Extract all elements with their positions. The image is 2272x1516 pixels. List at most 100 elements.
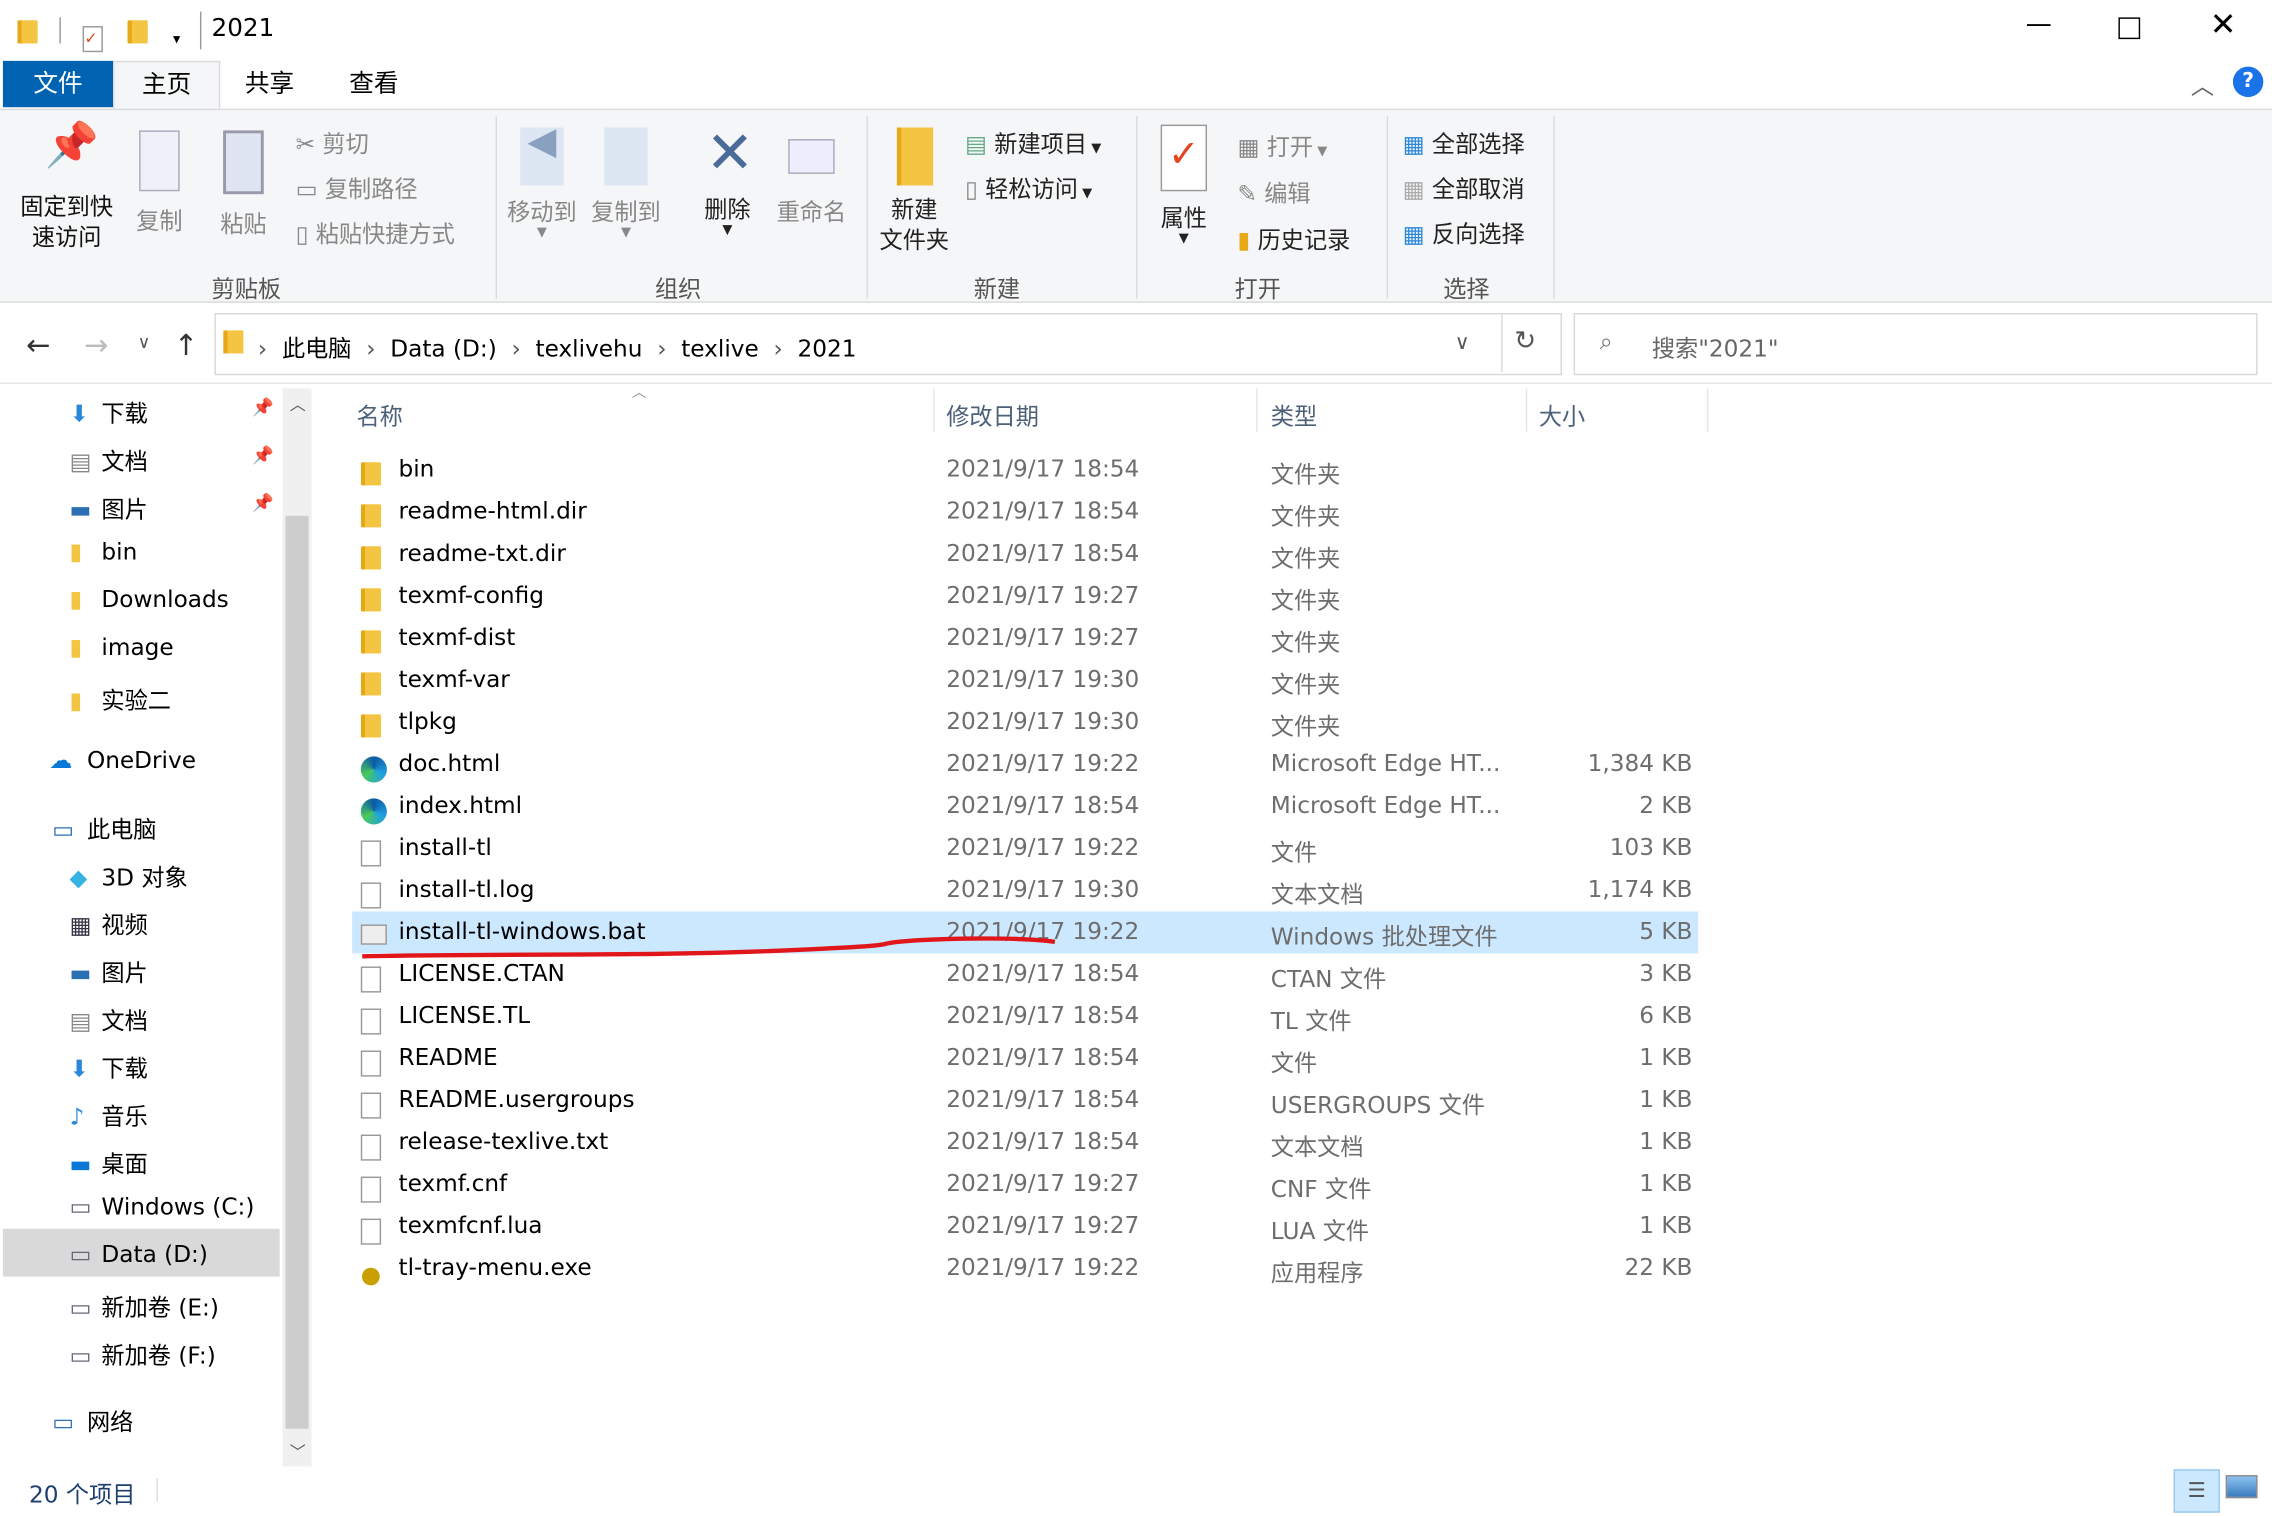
file-row[interactable]: index.html 2021/9/17 18:54 Microsoft Edg… <box>352 785 1698 827</box>
pin-quick-access-button[interactable]: 📌 固定到快 速访问 <box>12 124 122 252</box>
column-header-date[interactable]: 修改日期 <box>946 397 1039 432</box>
delete-button[interactable]: ✕ 删除 ▼ <box>696 125 760 238</box>
pin-icon[interactable]: 📌 <box>252 397 274 417</box>
sidebar-item-quick-access[interactable]: ▮ 实验二 <box>70 681 171 716</box>
scrollbar-thumb[interactable] <box>285 515 309 1429</box>
recent-locations-button[interactable]: ∨ <box>138 332 151 352</box>
rename-button[interactable]: 重命名 <box>774 128 849 228</box>
file-row[interactable]: tlpkg 2021/9/17 19:30 文件夹 <box>352 701 1698 743</box>
file-row[interactable]: LICENSE.CTAN 2021/9/17 18:54 CTAN 文件 3 K… <box>352 953 1698 995</box>
new-folder-button[interactable]: 新建 文件夹 <box>875 127 953 256</box>
sidebar-item-this-pc-child[interactable]: ▭ Windows (C:) <box>70 1193 255 1221</box>
sidebar-item-this-pc-child[interactable]: ▬ 图片 <box>70 953 148 988</box>
sidebar-item-this-pc-child[interactable]: ♪ 音乐 <box>70 1097 148 1132</box>
open-button[interactable]: ▦ 打开 ▼ <box>1237 128 1327 163</box>
file-row[interactable]: texmf-var 2021/9/17 19:30 文件夹 <box>352 659 1698 701</box>
tab-share[interactable]: 共享 <box>220 61 319 107</box>
copy-to-button[interactable]: 复制到 ▼ <box>588 127 663 241</box>
file-row[interactable]: README 2021/9/17 18:54 文件 1 KB <box>352 1037 1698 1079</box>
sidebar-item-quick-access[interactable]: ▮ bin <box>70 538 138 566</box>
pin-icon[interactable]: 📌 <box>252 445 274 465</box>
sidebar-item-this-pc-child[interactable]: ▦ 视频 <box>70 906 148 941</box>
file-row[interactable]: texmfcnf.lua 2021/9/17 19:27 LUA 文件 1 KB <box>352 1206 1698 1248</box>
minimize-button[interactable]: — <box>2026 9 2052 39</box>
file-row[interactable]: readme-html.dir 2021/9/17 18:54 文件夹 <box>352 491 1698 533</box>
sidebar-item-this-pc-child[interactable]: ▭ Data (D:) <box>70 1240 208 1268</box>
sidebar-scrollbar[interactable]: ︿ ﹀ <box>282 388 312 1467</box>
refresh-button[interactable]: ↻ <box>1514 326 1536 356</box>
copy-button[interactable]: 复制 <box>128 130 192 236</box>
sidebar-item-this-pc-child[interactable]: ▤ 文档 <box>70 1001 148 1036</box>
file-row[interactable]: install-tl 2021/9/17 19:22 文件 103 KB <box>352 827 1698 869</box>
copy-path-button[interactable]: ▭ 复制路径 <box>296 170 418 205</box>
help-icon[interactable]: ? <box>2232 66 2264 98</box>
sidebar-item-this-pc-child[interactable]: ◆ 3D 对象 <box>70 858 188 893</box>
move-to-button[interactable]: ◀ 移动到 ▼ <box>504 123 579 241</box>
select-none-button[interactable]: ▦ 全部取消 <box>1403 170 1525 205</box>
close-button[interactable]: ✕ <box>2210 7 2237 43</box>
sidebar-item-this-pc-child[interactable]: ⬇ 下载 <box>70 1049 148 1084</box>
new-item-button[interactable]: ▤ 新建项目 ▼ <box>965 125 1101 160</box>
tab-home[interactable]: 主页 <box>113 60 221 111</box>
history-button[interactable]: ▮ 历史记录 <box>1237 220 1350 255</box>
breadcrumb-item[interactable]: Data (D:) <box>390 335 496 363</box>
new-folder-icon[interactable] <box>127 20 149 44</box>
back-button[interactable]: ← <box>26 327 50 362</box>
column-header-name[interactable]: 名称 <box>356 397 402 432</box>
select-all-button[interactable]: ▦ 全部选择 <box>1403 125 1525 160</box>
file-row[interactable]: release-texlive.txt 2021/9/17 18:54 文本文档… <box>352 1122 1698 1164</box>
file-row[interactable]: README.usergroups 2021/9/17 18:54 USERGR… <box>352 1080 1698 1122</box>
sidebar-item-quick-access[interactable]: ⬇ 下载 <box>70 394 148 429</box>
sidebar-item-quick-access[interactable]: ▬ 图片 <box>70 490 148 525</box>
sidebar-item-this-pc[interactable]: ▭ 此电脑 <box>52 810 156 845</box>
maximize-button[interactable] <box>2118 17 2141 40</box>
file-row[interactable]: texmf-config 2021/9/17 19:27 文件夹 <box>352 575 1698 617</box>
sidebar-item-quick-access[interactable]: ▤ 文档 <box>70 442 148 477</box>
column-header-type[interactable]: 类型 <box>1271 397 1317 432</box>
large-icons-view-button[interactable] <box>2225 1475 2258 1499</box>
sidebar-item-onedrive[interactable]: ☁ OneDrive <box>49 746 196 774</box>
file-date: 2021/9/17 19:27 <box>946 1169 1140 1197</box>
file-row[interactable]: ● tl-tray-menu.exe 2021/9/17 19:22 应用程序 … <box>352 1248 1698 1290</box>
sidebar-item-label: bin <box>101 537 138 566</box>
paste-button[interactable]: 粘贴 <box>212 130 276 239</box>
easy-access-button[interactable]: ▯ 轻松访问 ▼ <box>965 170 1092 205</box>
breadcrumb-item[interactable]: 此电脑 <box>282 335 352 363</box>
document-icon: ▤ <box>69 1007 92 1035</box>
file-row[interactable]: readme-txt.dir 2021/9/17 18:54 文件夹 <box>352 533 1698 575</box>
file-date: 2021/9/17 19:30 <box>946 875 1140 903</box>
tab-file[interactable]: 文件 <box>2 60 114 108</box>
sidebar-item-quick-access[interactable]: ▮ Downloads <box>70 585 229 613</box>
file-date: 2021/9/17 19:22 <box>946 833 1140 861</box>
sidebar-item-network[interactable]: ▭ 网络 <box>52 1403 133 1438</box>
collapse-ribbon-icon[interactable]: ︿ <box>2191 67 2214 102</box>
file-row[interactable]: install-tl-windows.bat 2021/9/17 19:22 W… <box>352 911 1699 954</box>
address-dropdown-button[interactable]: ∨ <box>1455 332 1470 355</box>
sidebar-item-quick-access[interactable]: ▮ image <box>70 633 174 661</box>
column-header-size[interactable]: 大小 <box>1539 397 1585 432</box>
file-row[interactable]: install-tl.log 2021/9/17 19:30 文本文档 1,17… <box>352 869 1698 911</box>
pin-icon[interactable]: 📌 <box>252 493 274 513</box>
file-row[interactable]: LICENSE.TL 2021/9/17 18:54 TL 文件 6 KB <box>352 995 1698 1037</box>
file-row[interactable]: texmf-dist 2021/9/17 19:27 文件夹 <box>352 617 1698 659</box>
file-row[interactable]: doc.html 2021/9/17 19:22 Microsoft Edge … <box>352 743 1698 785</box>
sidebar-item-this-pc-child[interactable]: ▬ 桌面 <box>70 1145 148 1180</box>
properties-icon[interactable]: ✓ <box>82 26 104 53</box>
file-row[interactable]: texmf.cnf 2021/9/17 19:27 CNF 文件 1 KB <box>352 1164 1698 1206</box>
tab-view[interactable]: 查看 <box>322 61 426 107</box>
breadcrumb-item[interactable]: texlivehu <box>536 335 643 363</box>
sidebar-item-this-pc-child[interactable]: ▭ 新加卷 (F:) <box>70 1336 216 1371</box>
edit-button[interactable]: ✎ 编辑 <box>1237 174 1310 209</box>
forward-button[interactable]: → <box>84 327 108 362</box>
details-view-button[interactable]: ☰ <box>2173 1469 2220 1513</box>
breadcrumb-item[interactable]: texlive <box>681 335 759 363</box>
paste-shortcut-button[interactable]: ▯ 粘贴快捷方式 <box>296 214 455 249</box>
file-row[interactable]: bin 2021/9/17 18:54 文件夹 <box>352 449 1698 491</box>
breadcrumb-item[interactable]: 2021 <box>798 335 857 363</box>
invert-selection-button[interactable]: ▦ 反向选择 <box>1403 214 1525 249</box>
sidebar-item-this-pc-child[interactable]: ▭ 新加卷 (E:) <box>70 1288 219 1323</box>
up-button[interactable]: ↑ <box>174 327 198 362</box>
cut-button[interactable]: ✂ 剪切 <box>296 125 369 160</box>
properties-button[interactable]: ✓ 属性 ▼ <box>1151 124 1218 247</box>
customize-toolbar-icon[interactable]: ▾ <box>173 32 180 48</box>
